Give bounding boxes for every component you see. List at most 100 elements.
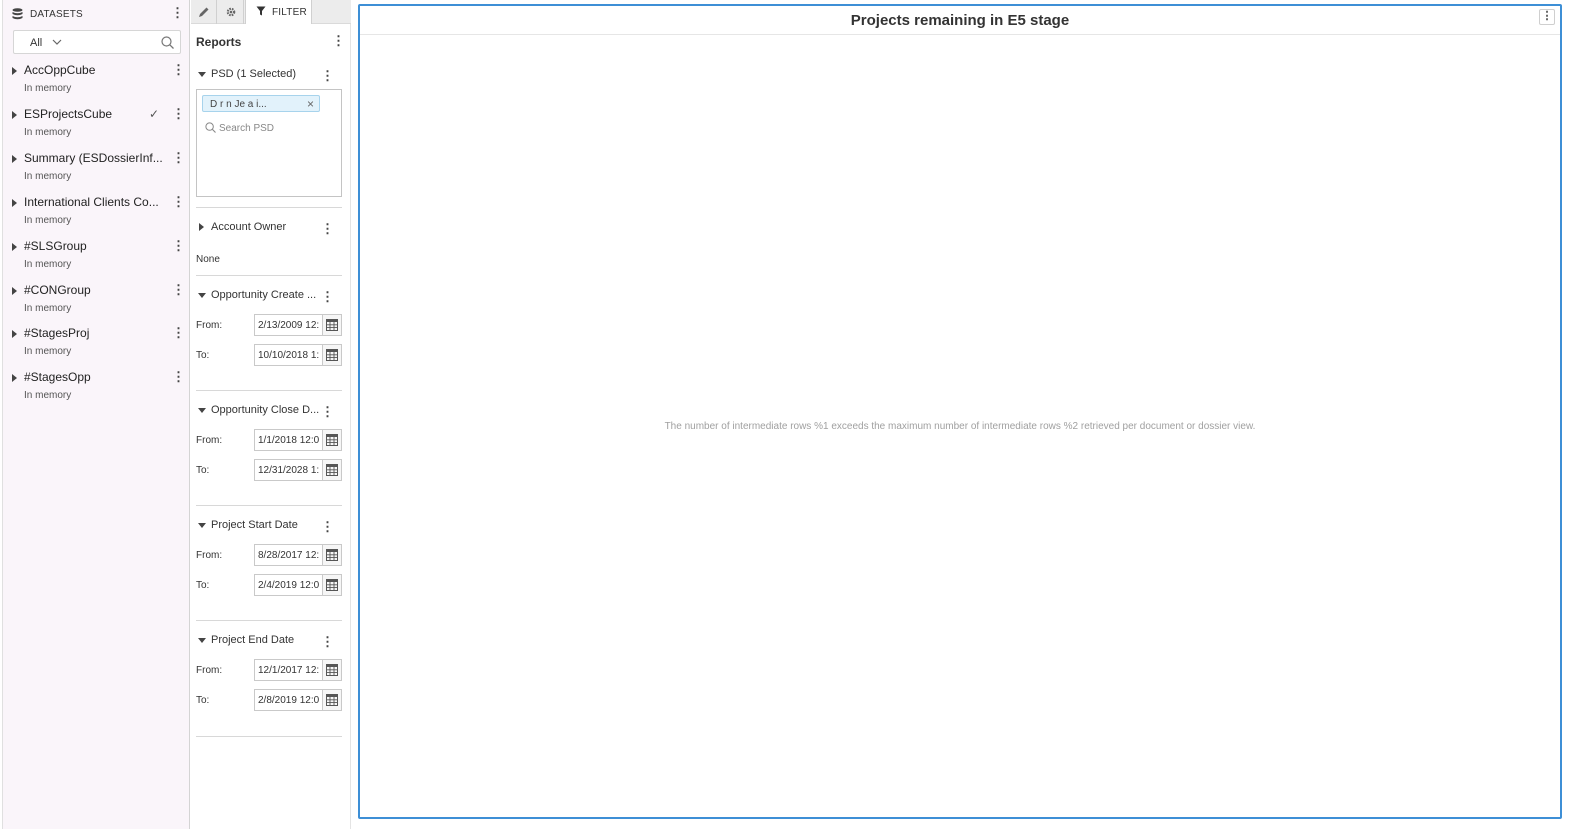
visualization-container[interactable]: Projects remaining in E5 stage ⋮ The num… — [358, 4, 1562, 819]
section-divider — [196, 390, 342, 391]
calendar-button[interactable] — [322, 345, 341, 365]
dataset-menu-icon[interactable]: ⋮ — [172, 239, 185, 253]
dataset-name: Summary (ESDossierInf... — [24, 151, 163, 165]
dataset-item[interactable]: International Clients Co... In memory ⋮ — [3, 194, 191, 236]
filter-date-header[interactable]: Project End Date ⋮ — [196, 633, 342, 649]
filter-date-header[interactable]: Project Start Date ⋮ — [196, 518, 342, 534]
expand-arrow-icon[interactable] — [12, 111, 17, 119]
filter-account-owner-label: Account Owner — [211, 221, 287, 233]
calendar-button[interactable] — [322, 460, 341, 480]
filter-date-header[interactable]: Opportunity Close D... ⋮ — [196, 403, 342, 419]
date-from-value: 2/13/2009 12: — [258, 320, 320, 331]
from-label: From: — [196, 550, 223, 561]
calendar-icon — [326, 664, 338, 676]
date-from-value: 8/28/2017 12: — [258, 550, 320, 561]
psd-search-input[interactable] — [219, 120, 329, 136]
dataset-menu-icon[interactable]: ⋮ — [172, 195, 185, 209]
filter-menu-icon[interactable]: ⋮ — [321, 290, 334, 304]
calendar-button[interactable] — [322, 660, 341, 680]
expand-arrow-icon[interactable] — [12, 374, 17, 382]
dataset-menu-icon[interactable]: ⋮ — [172, 370, 185, 384]
dataset-menu-icon[interactable]: ⋮ — [172, 63, 185, 77]
section-divider — [196, 620, 342, 621]
date-to-input[interactable]: 10/10/2018 1: — [254, 344, 342, 366]
dataset-item[interactable]: AccOppCube In memory ⋮ — [3, 62, 191, 104]
to-label: To: — [196, 350, 210, 361]
filter-menu-icon[interactable]: ⋮ — [321, 635, 334, 649]
dataset-name: AccOppCube — [24, 63, 96, 77]
dataset-status: In memory — [24, 259, 72, 270]
date-to-row: To: 12/31/2028 1: — [196, 459, 342, 481]
filter-panel-menu-icon[interactable]: ⋮ — [332, 34, 345, 48]
expand-arrow-icon[interactable] — [12, 330, 17, 338]
calendar-button[interactable] — [322, 690, 341, 710]
visualization-menu-icon[interactable]: ⋮ — [1539, 9, 1555, 25]
close-icon[interactable]: × — [307, 97, 314, 111]
dataset-filter-dropdown[interactable]: All — [13, 30, 181, 54]
date-from-row: From: 8/28/2017 12: — [196, 544, 342, 566]
dataset-name: #SLSGroup — [24, 239, 87, 253]
tab-filter-label: FILTER — [272, 7, 307, 18]
tab-editor[interactable] — [191, 0, 217, 24]
selected-chip[interactable]: D r n Je a i... × — [202, 95, 320, 112]
date-from-input[interactable]: 2/13/2009 12: — [254, 314, 342, 336]
dossier-editor: DATASETS ⋮ All AccOppCube In memory ⋮ ES… — [0, 0, 1575, 829]
expand-arrow-icon[interactable] — [12, 155, 17, 163]
expand-arrow-icon[interactable] — [12, 199, 17, 207]
search-icon[interactable] — [161, 36, 174, 49]
date-to-row: To: 2/8/2019 12:0 — [196, 689, 342, 711]
chevron-down-icon — [52, 39, 62, 45]
dataset-menu-icon[interactable]: ⋮ — [172, 107, 185, 121]
date-to-input[interactable]: 12/31/2028 1: — [254, 459, 342, 481]
collapse-arrow-icon[interactable] — [198, 72, 206, 77]
filter-menu-icon[interactable]: ⋮ — [321, 222, 334, 236]
tab-format[interactable] — [218, 0, 244, 24]
to-label: To: — [196, 695, 210, 706]
datasets-menu-icon[interactable]: ⋮ — [171, 6, 184, 20]
collapse-arrow-icon[interactable] — [198, 638, 206, 643]
section-divider — [196, 736, 342, 737]
filter-panel: FILTER Reports ⋮ PSD (1 Selected) ⋮ D r … — [191, 0, 351, 829]
calendar-button[interactable] — [322, 315, 341, 335]
filter-account-owner-header[interactable]: Account Owner ⋮ — [196, 220, 342, 236]
filter-menu-icon[interactable]: ⋮ — [321, 69, 334, 83]
filter-psd-header[interactable]: PSD (1 Selected) ⋮ — [196, 67, 342, 83]
collapse-arrow-icon[interactable] — [198, 408, 206, 413]
filter-menu-icon[interactable]: ⋮ — [321, 520, 334, 534]
date-from-input[interactable]: 8/28/2017 12: — [254, 544, 342, 566]
date-to-input[interactable]: 2/8/2019 12:0 — [254, 689, 342, 711]
dataset-status: In memory — [24, 127, 72, 138]
expand-arrow-icon[interactable] — [12, 67, 17, 75]
expand-arrow-icon[interactable] — [199, 223, 204, 231]
dataset-menu-icon[interactable]: ⋮ — [172, 283, 185, 297]
filter-menu-icon[interactable]: ⋮ — [321, 405, 334, 419]
calendar-button[interactable] — [322, 545, 341, 565]
date-to-value: 12/31/2028 1: — [258, 465, 320, 476]
filter-date-header[interactable]: Opportunity Create ... ⋮ — [196, 288, 342, 304]
date-from-input[interactable]: 12/1/2017 12: — [254, 659, 342, 681]
collapse-arrow-icon[interactable] — [198, 523, 206, 528]
collapse-arrow-icon[interactable] — [198, 293, 206, 298]
tab-filter[interactable]: FILTER — [245, 0, 312, 24]
dataset-item[interactable]: #StagesOpp In memory ⋮ — [3, 369, 191, 411]
expand-arrow-icon[interactable] — [12, 287, 17, 295]
dataset-status: In memory — [24, 215, 72, 226]
date-to-input[interactable]: 2/4/2019 12:0 — [254, 574, 342, 596]
dataset-menu-icon[interactable]: ⋮ — [172, 326, 185, 340]
dataset-item[interactable]: ESProjectsCube ✓ In memory ⋮ — [3, 106, 191, 148]
psd-selection-box[interactable]: D r n Je a i... × — [196, 89, 342, 197]
search-icon — [205, 122, 216, 133]
filter-panel-title: Reports — [196, 35, 242, 49]
dataset-item[interactable]: #CONGroup In memory ⋮ — [3, 282, 191, 324]
calendar-button[interactable] — [322, 575, 341, 595]
expand-arrow-icon[interactable] — [12, 243, 17, 251]
dataset-item[interactable]: #StagesProj In memory ⋮ — [3, 325, 191, 367]
date-from-input[interactable]: 1/1/2018 12:0 — [254, 429, 342, 451]
dataset-name: International Clients Co... — [24, 195, 159, 209]
filter-psd: PSD (1 Selected) ⋮ D r n Je a i... × — [196, 67, 342, 199]
dataset-menu-icon[interactable]: ⋮ — [172, 151, 185, 165]
date-to-value: 2/8/2019 12:0 — [258, 695, 320, 706]
dataset-item[interactable]: Summary (ESDossierInf... In memory ⋮ — [3, 150, 191, 192]
dataset-item[interactable]: #SLSGroup In memory ⋮ — [3, 238, 191, 280]
calendar-button[interactable] — [322, 430, 341, 450]
